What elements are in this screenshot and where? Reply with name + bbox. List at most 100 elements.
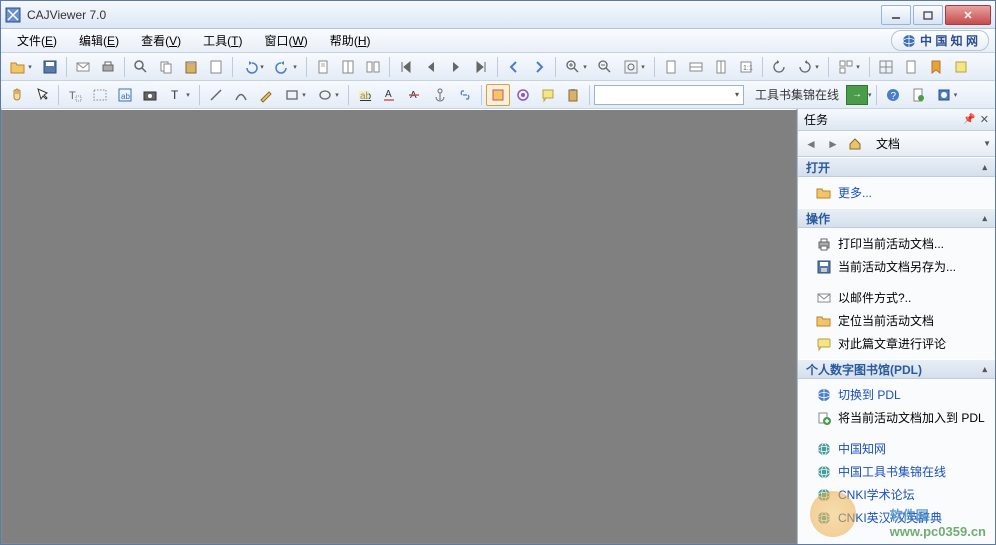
- maximize-button[interactable]: [913, 5, 943, 25]
- zoom-out-button[interactable]: [593, 56, 617, 78]
- forward-button[interactable]: [527, 56, 551, 78]
- copy-button[interactable]: [154, 56, 178, 78]
- rotate-right-button[interactable]: [792, 56, 824, 78]
- task-item[interactable]: 将当前活动文档加入到 PDL: [798, 406, 995, 429]
- section-header[interactable]: 打开▴: [798, 157, 995, 177]
- task-item[interactable]: 更多...: [798, 181, 995, 204]
- fit-page-button[interactable]: [659, 56, 683, 78]
- rotate-left-button[interactable]: [767, 56, 791, 78]
- task-pane-title: 任务 📌 ✕: [798, 109, 995, 131]
- section-header[interactable]: 操作▴: [798, 208, 995, 228]
- pin-icon[interactable]: 📌: [963, 114, 975, 125]
- help-button[interactable]: ?: [881, 84, 905, 106]
- mail-icon: [816, 290, 832, 306]
- nav-dropdown-icon[interactable]: ▼: [983, 139, 991, 148]
- select-text-button[interactable]: T: [63, 84, 87, 106]
- paste-button[interactable]: [179, 56, 203, 78]
- link-tool-button[interactable]: [453, 84, 477, 106]
- folder-icon: [816, 313, 832, 329]
- book-button[interactable]: [361, 56, 385, 78]
- menu-help[interactable]: 帮助(H): [320, 30, 381, 51]
- redo-button[interactable]: [270, 56, 302, 78]
- back-button[interactable]: [502, 56, 526, 78]
- doc-button[interactable]: [899, 56, 923, 78]
- save-button[interactable]: [38, 56, 62, 78]
- last-page-button[interactable]: [469, 56, 493, 78]
- zoom-fit-button[interactable]: [618, 56, 650, 78]
- pencil-tool-button[interactable]: [254, 84, 278, 106]
- search-button[interactable]: [129, 56, 153, 78]
- underline-tool-button[interactable]: A: [378, 84, 402, 106]
- search-combo[interactable]: [594, 85, 744, 105]
- task-pane-body: 打开▴ 更多... 操作▴ 打印当前活动文档... 当前活动文档另存为... 以邮件方式?…: [798, 157, 995, 544]
- nav-home-button[interactable]: [846, 135, 864, 153]
- window-layout-button[interactable]: [833, 56, 865, 78]
- nav-back-button[interactable]: ◄: [802, 135, 820, 153]
- first-page-button[interactable]: [394, 56, 418, 78]
- task-pane-nav: ◄ ► 文档 ▼: [798, 131, 995, 157]
- task-item[interactable]: 中国知网: [798, 437, 995, 460]
- task-item[interactable]: 中国工具书集锦在线: [798, 460, 995, 483]
- curve-tool-button[interactable]: [229, 84, 253, 106]
- minimize-button[interactable]: [881, 5, 911, 25]
- rect-tool-button[interactable]: [279, 84, 311, 106]
- fit-width-button[interactable]: [684, 56, 708, 78]
- document-viewport[interactable]: [1, 109, 797, 544]
- task-item[interactable]: 当前活动文档另存为...: [798, 255, 995, 278]
- page-icon-button[interactable]: [204, 56, 228, 78]
- task-item[interactable]: 定位当前活动文档: [798, 309, 995, 332]
- page-button[interactable]: [311, 56, 335, 78]
- menu-edit[interactable]: 编辑(E): [69, 30, 129, 51]
- pointer-tool-button[interactable]: [30, 84, 54, 106]
- text-tool-button[interactable]: T: [163, 84, 195, 106]
- menu-file[interactable]: 文件(E): [7, 30, 67, 51]
- bookmark-button[interactable]: [924, 56, 948, 78]
- info-button[interactable]: [906, 84, 930, 106]
- clipboard-tool-button[interactable]: [561, 84, 585, 106]
- fit-height-button[interactable]: [709, 56, 733, 78]
- undo-button[interactable]: [237, 56, 269, 78]
- annotation-tool-button[interactable]: [536, 84, 560, 106]
- ocr-button[interactable]: ab: [113, 84, 137, 106]
- mail-button[interactable]: [71, 56, 95, 78]
- task-item[interactable]: 打印当前活动文档...: [798, 232, 995, 255]
- task-item-label: 更多...: [838, 184, 872, 201]
- globe-icon: [902, 34, 916, 48]
- anchor-tool-button[interactable]: [428, 84, 452, 106]
- task-item[interactable]: 对此篇文章进行评论: [798, 332, 995, 355]
- strikeout-tool-button[interactable]: A: [403, 84, 427, 106]
- cloud-button[interactable]: [931, 84, 963, 106]
- task-item[interactable]: 以邮件方式?..: [798, 286, 995, 309]
- close-pane-button[interactable]: ✕: [980, 113, 989, 126]
- go-button[interactable]: →: [846, 85, 868, 105]
- menu-tools[interactable]: 工具(T): [193, 30, 252, 51]
- task-item[interactable]: CNKI学术论坛: [798, 483, 995, 506]
- section-header[interactable]: 个人数字图书馆(PDL)▴: [798, 359, 995, 379]
- menu-view[interactable]: 查看(V): [131, 30, 191, 51]
- actual-size-button[interactable]: 1:1: [734, 56, 758, 78]
- print-button[interactable]: [96, 56, 120, 78]
- svg-text:?: ?: [890, 91, 896, 102]
- task-item[interactable]: 切换到 PDL: [798, 383, 995, 406]
- close-button[interactable]: [945, 5, 991, 25]
- prev-page-button[interactable]: [419, 56, 443, 78]
- next-page-button[interactable]: [444, 56, 468, 78]
- notes-button[interactable]: [949, 56, 973, 78]
- select-image-button[interactable]: [88, 84, 112, 106]
- highlight-tool-button[interactable]: ab: [353, 84, 377, 106]
- brand-badge[interactable]: 中 国 知 网: [891, 30, 989, 51]
- snapshot-button[interactable]: [138, 84, 162, 106]
- pages-button[interactable]: [336, 56, 360, 78]
- task-item-label: 打印当前活动文档...: [838, 235, 944, 252]
- stamp-tool-button[interactable]: [486, 84, 510, 106]
- grid-button[interactable]: [874, 56, 898, 78]
- line-tool-button[interactable]: [204, 84, 228, 106]
- task-item[interactable]: CNKI英汉/汉英辞典: [798, 506, 995, 529]
- ellipse-tool-button[interactable]: [312, 84, 344, 106]
- knowledge-tool-button[interactable]: [511, 84, 535, 106]
- menu-window[interactable]: 窗口(W): [254, 30, 317, 51]
- zoom-in-button[interactable]: [560, 56, 592, 78]
- nav-forward-button[interactable]: ►: [824, 135, 842, 153]
- open-button[interactable]: [5, 56, 37, 78]
- hand-tool-button[interactable]: [5, 84, 29, 106]
